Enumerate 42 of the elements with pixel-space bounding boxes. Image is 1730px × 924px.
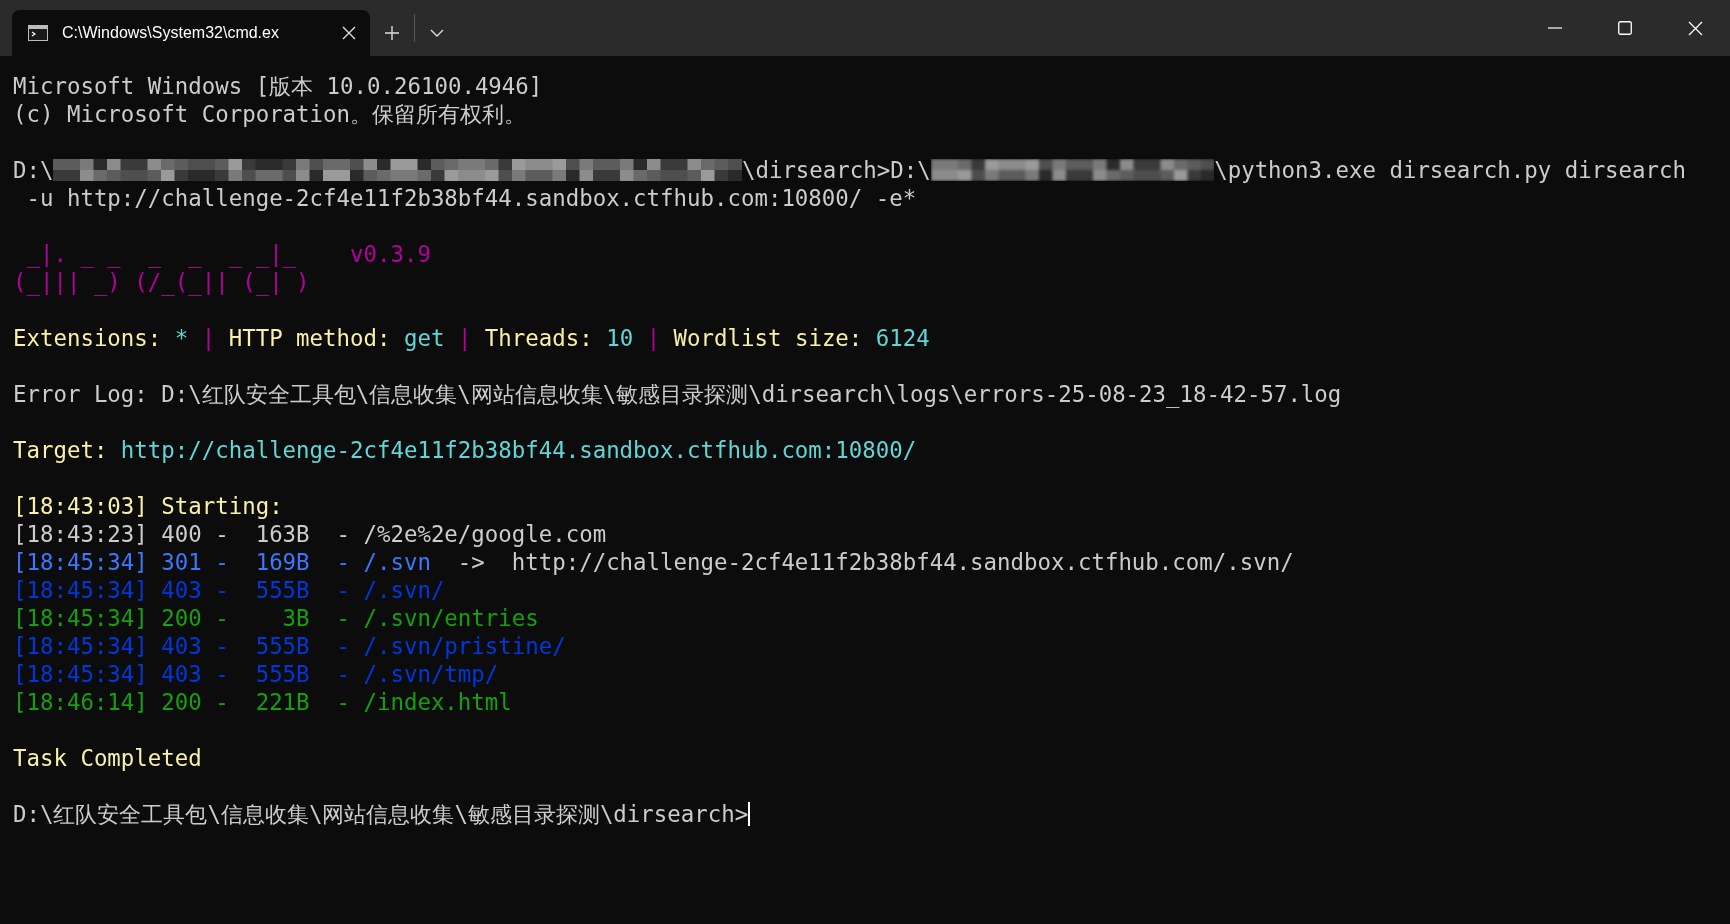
- terminal-text: [18:43:23] 400 - 163B - /%2e%2e/google.com: [13, 520, 607, 548]
- terminal-text: 10: [606, 324, 634, 352]
- terminal-text: Target:: [13, 436, 109, 464]
- terminal-text: [18:45:34] 403 - 555B - /.svn/: [13, 576, 445, 604]
- minimize-icon: [1548, 27, 1562, 29]
- terminal-text: \python3.exe dirsearch.py dirsearch: [1214, 156, 1686, 184]
- terminal-text: [18:46:14] 200 - 221B - /index.html: [13, 688, 512, 716]
- terminal-text: D:\红队安全工具包\信息收集\网站信息收集\敏感目录探测\dirsearch>: [13, 800, 749, 828]
- terminal-text: \dirsearch>D:\: [741, 156, 931, 184]
- terminal-text: get: [403, 324, 445, 352]
- maximize-icon: [1618, 21, 1632, 35]
- terminal-text: D:\: [13, 156, 54, 184]
- terminal-text: [18:45:34] 403 - 555B - /.svn/tmp/: [13, 660, 499, 688]
- terminal-text: Threads:: [484, 324, 594, 352]
- terminal-text: Error Log: D:\红队安全工具包\信息收集\网站信息收集\敏感目录探测\dirsearch\logs\errors-25-08-23_18-42-57.log: [13, 380, 1342, 408]
- terminal-text: |: [456, 324, 473, 352]
- chevron-down-icon: [430, 29, 444, 37]
- close-icon[interactable]: [342, 26, 356, 40]
- terminal-text: [18:45:34] 200 - 3B - /.svn/entries: [13, 604, 539, 632]
- terminal-text: Wordlist size:: [673, 324, 864, 352]
- plus-icon: [384, 25, 400, 41]
- terminal-tab[interactable]: C:\Windows\System32\cmd.ex: [12, 10, 370, 56]
- terminal-text: http://challenge-2cf4e11f2b38bf44.sandbox.ctfhub.com:10800/: [120, 436, 917, 464]
- terminal-text: HTTP method:: [228, 324, 392, 352]
- terminal-text: [18:45:34] 301 - 169B - /.svn: [13, 548, 431, 576]
- terminal-icon: [28, 25, 48, 41]
- terminal-text: Microsoft Windows [版本 10.0.26100.4946]: [13, 72, 543, 100]
- terminal-text: -> http://challenge-2cf4e11f2b38bf44.sandbox.ctfhub.com/.svn/: [456, 548, 1294, 576]
- terminal-text: Extensions:: [13, 324, 163, 352]
- terminal-text: (c) Microsoft Corporation。保留所有权利。: [13, 100, 526, 128]
- terminal-text: -u http://challenge-2cf4e11f2b38bf44.sandbox.ctfhub.com:10800/ -e*: [25, 184, 917, 212]
- terminal-text: |: [200, 324, 217, 352]
- terminal-text: [18:43:03] Starting:: [13, 492, 283, 520]
- text-cursor: [748, 802, 751, 826]
- terminal-text: _|. _ _ _ _ _ _|_ v0.3.9: [25, 240, 431, 268]
- terminal-text: 6124: [875, 324, 930, 352]
- close-icon: [1687, 20, 1703, 36]
- terminal-text: |: [645, 324, 662, 352]
- terminal-text: [18:45:34] 403 - 555B - /.svn/pristine/: [13, 632, 566, 660]
- terminal-text: (_||| _) (/_(_|| (_| ): [13, 268, 310, 296]
- terminal-text: *: [174, 324, 189, 352]
- terminal-text: Task Completed: [13, 744, 202, 772]
